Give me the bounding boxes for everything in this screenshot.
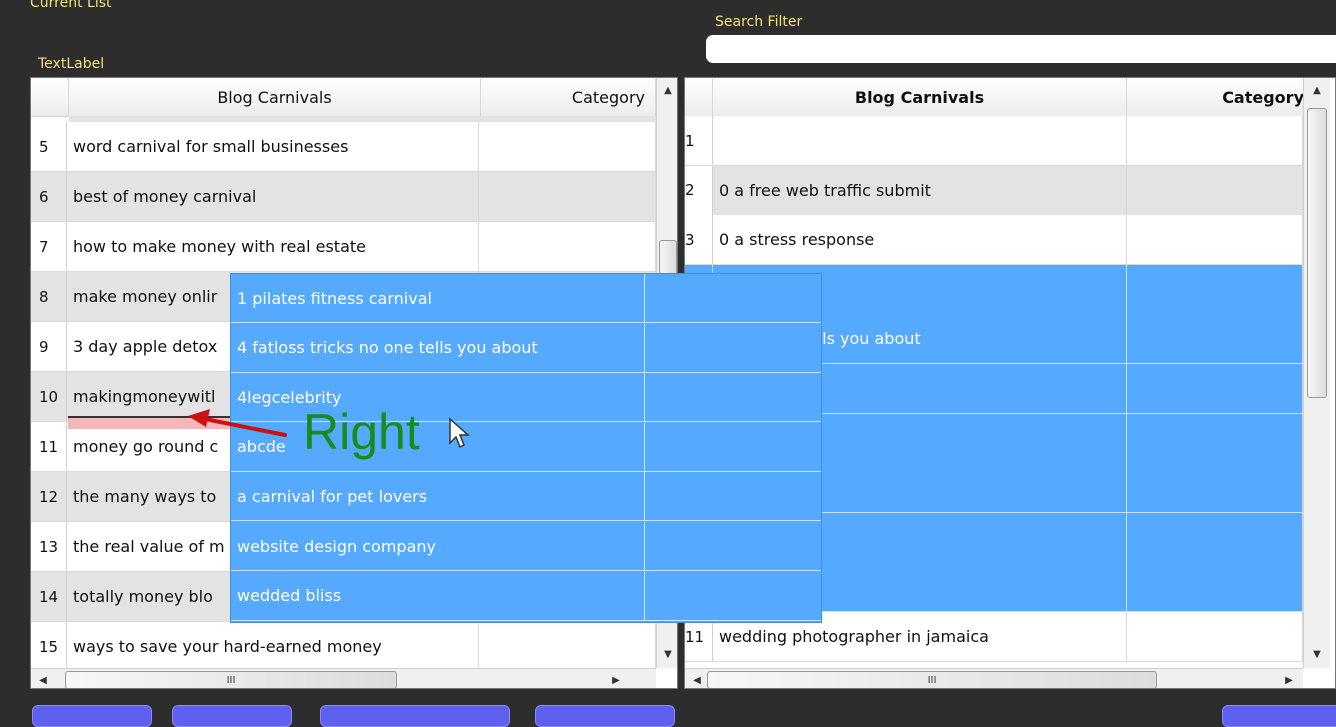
row-number: 12 [31, 472, 67, 521]
row-number: 7 [31, 222, 67, 271]
bottom-button-1[interactable] [32, 705, 152, 727]
drag-preview-item: a carnival for pet lovers [231, 472, 645, 521]
cell-category[interactable] [1127, 215, 1303, 265]
table-header: Blog Carnivals Category [31, 78, 656, 117]
cell-blog-carnival[interactable]: 0 a free web traffic submit [713, 165, 1127, 215]
row-number: 3 [685, 215, 713, 265]
row-number: 13 [31, 522, 67, 571]
drag-preview-row: website design company [231, 522, 821, 571]
scroll-thumb-horizontal[interactable]: III [65, 671, 397, 688]
cell-category[interactable] [479, 172, 656, 221]
cell-blog-carnival[interactable]: word carnival for small businesses [67, 122, 479, 171]
cell-blog-carnival[interactable] [713, 116, 1127, 165]
scroll-up-icon[interactable]: ▲ [1307, 80, 1327, 100]
cell-category[interactable] [479, 122, 656, 171]
column-header-blog-carnivals[interactable]: Blog Carnivals [713, 78, 1127, 116]
drag-preview-row: 1 pilates fitness carnival [231, 274, 821, 323]
cell-category[interactable] [1127, 463, 1303, 513]
scroll-down-icon[interactable]: ▼ [658, 644, 677, 664]
table-row[interactable]: 20 a free web traffic submit [685, 165, 1303, 216]
table-row[interactable]: 15 ways to save your hard-earned money [31, 622, 656, 672]
grip-label: III [226, 674, 236, 686]
column-header-category[interactable]: Category [481, 78, 656, 116]
cell-category[interactable] [1127, 314, 1303, 364]
cell-blog-carnival[interactable]: ways to save your hard-earned money [67, 622, 479, 671]
cell-blog-carnival[interactable]: 0 a stress response [713, 215, 1127, 265]
text-label: TextLabel [38, 56, 105, 72]
cell-blog-carnival[interactable]: how to make money with real estate [67, 222, 479, 271]
cell-blog-carnival[interactable]: best of money carnival [67, 172, 479, 221]
scroll-up-icon[interactable]: ▲ [658, 80, 677, 100]
cell-category[interactable] [1127, 413, 1303, 463]
right-vertical-scrollbar[interactable]: ▲ ▼ [1303, 78, 1330, 668]
drag-preview-row: wedded bliss [231, 571, 821, 621]
row-number: 15 [31, 622, 67, 671]
table-row[interactable]: 1 [685, 116, 1303, 166]
annotation-right-label: Right [303, 404, 420, 460]
table-header: Blog Carnivals Category [685, 78, 1315, 117]
row-number: 10 [31, 372, 67, 421]
cell-category[interactable] [1127, 264, 1303, 314]
drag-preview-item: 4 fatloss tricks no one tells you about [231, 323, 645, 372]
drag-preview-row: a carnival for pet lovers [231, 472, 821, 522]
current-list-label: Current List [30, 0, 112, 11]
scroll-right-icon[interactable]: ▶ [606, 670, 626, 688]
search-filter-label: Search Filter [715, 14, 803, 30]
cell-category[interactable] [1127, 116, 1303, 165]
scroll-right-icon[interactable]: ▶ [1279, 670, 1299, 688]
cell-category[interactable] [1127, 612, 1303, 661]
mouse-cursor-icon [449, 417, 470, 449]
table-row[interactable]: 30 a stress response [685, 215, 1303, 266]
column-header-blog-carnivals[interactable]: Blog Carnivals [69, 78, 481, 116]
drag-preview-item: website design company [231, 522, 645, 570]
drag-preview-item: wedded bliss [231, 571, 645, 620]
row-number: 14 [31, 572, 67, 621]
scroll-left-icon[interactable]: ◀ [687, 670, 707, 688]
row-number: 11 [31, 422, 67, 471]
cell-category[interactable] [1127, 165, 1303, 215]
bottom-button-5[interactable] [1222, 705, 1336, 727]
table-row[interactable]: 7 how to make money with real estate [31, 222, 656, 272]
row-number: 8 [31, 272, 67, 321]
scroll-down-icon[interactable]: ▼ [1307, 644, 1327, 664]
cell-category[interactable] [1127, 364, 1303, 413]
table-row[interactable]: 5 word carnival for small businesses [31, 122, 656, 172]
scroll-thumb-horizontal[interactable]: III [707, 671, 1157, 688]
drag-preview-row: 4 fatloss tricks no one tells you about [231, 323, 821, 373]
cell-category[interactable] [1127, 512, 1303, 562]
scroll-left-icon[interactable]: ◀ [33, 670, 53, 688]
bottom-button-4[interactable] [535, 705, 675, 727]
drag-preview-item: 1 pilates fitness carnival [231, 274, 645, 322]
row-number: 5 [31, 122, 67, 171]
grip-label: III [927, 674, 937, 686]
left-horizontal-scrollbar[interactable]: ◀ III ▶ [31, 668, 656, 688]
table-row[interactable]: 6 best of money carnival [31, 172, 656, 222]
scroll-thumb[interactable] [1307, 108, 1327, 398]
row-number: 9 [31, 322, 67, 371]
bottom-button-2[interactable] [172, 705, 292, 727]
search-input[interactable] [706, 35, 1336, 63]
row-number: 1 [685, 116, 713, 165]
right-horizontal-scrollbar[interactable]: ◀ III ▶ [685, 668, 1303, 688]
row-number: 2 [685, 165, 713, 215]
row-number: 6 [31, 172, 67, 221]
cell-category[interactable] [1127, 562, 1303, 612]
annotation-arrow [188, 409, 287, 437]
cell-category[interactable] [479, 222, 656, 271]
column-header-category[interactable]: Category [1127, 78, 1315, 116]
cell-category[interactable] [479, 622, 656, 671]
bottom-button-3[interactable] [320, 705, 510, 727]
